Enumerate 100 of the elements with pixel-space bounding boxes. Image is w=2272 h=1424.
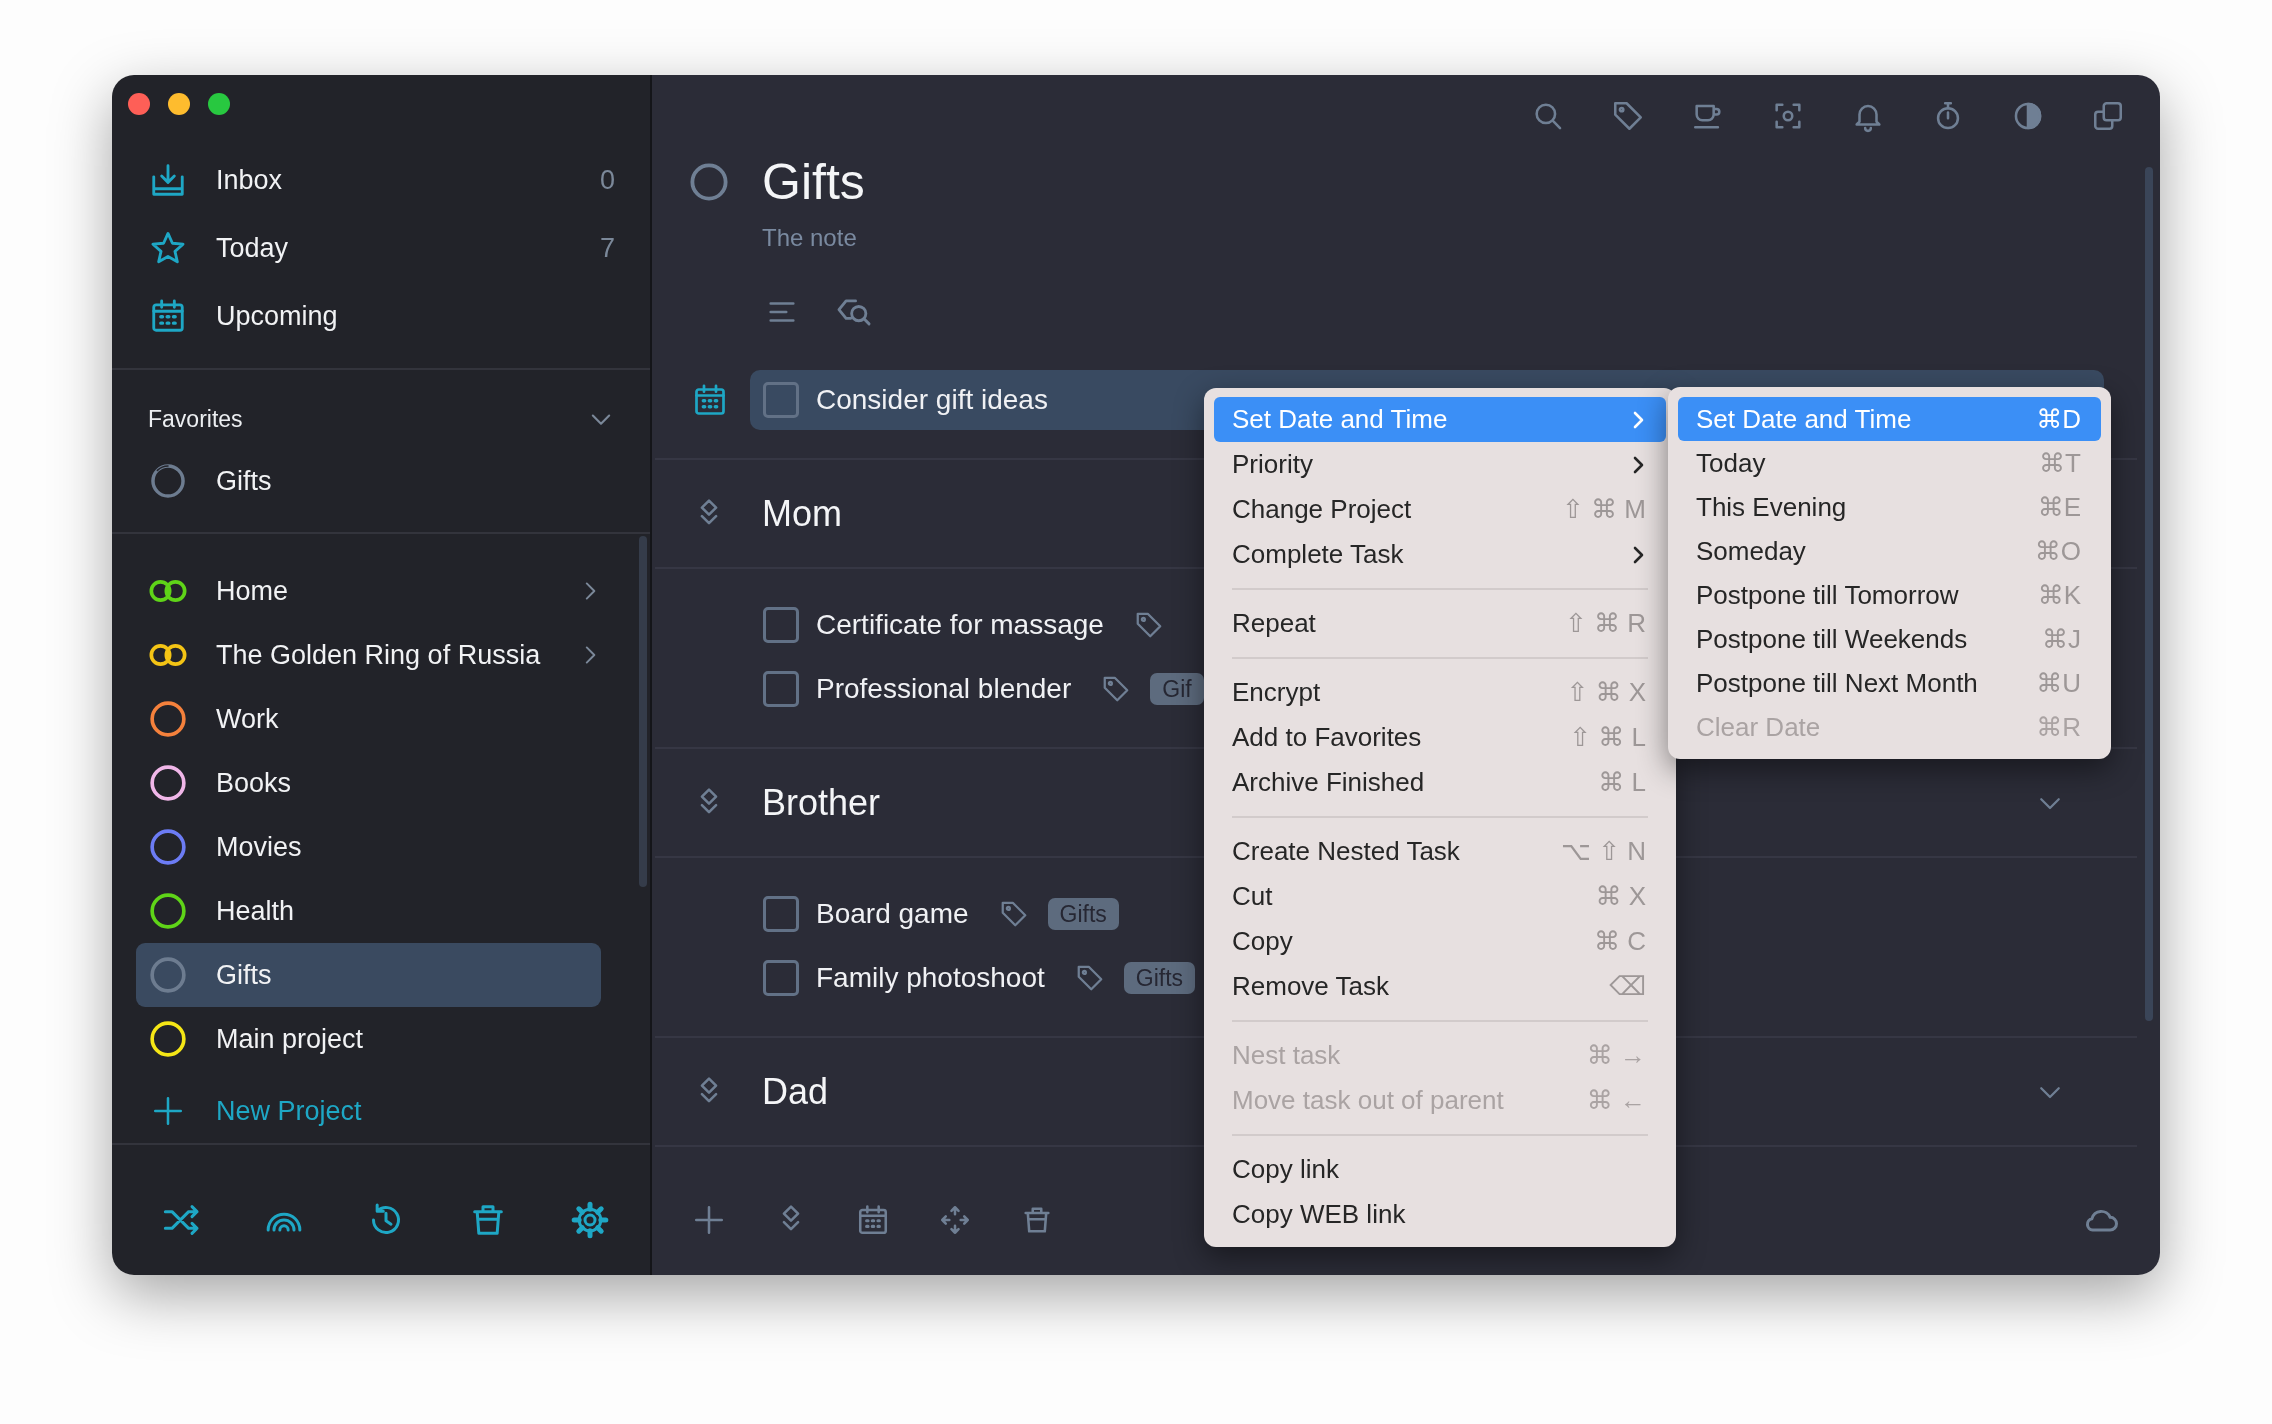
menu-item[interactable]: Today ⌘T xyxy=(1678,441,2101,485)
menu-label: Repeat xyxy=(1232,607,1316,640)
project-item[interactable]: Home xyxy=(136,559,601,623)
shortcut: ⌘E xyxy=(2037,490,2081,524)
project-item[interactable]: The Golden Ring of Russia xyxy=(136,623,601,687)
shortcut: ⌘ → xyxy=(1586,1039,1646,1072)
calendar-icon[interactable] xyxy=(692,382,728,418)
project-item[interactable]: Movies xyxy=(136,815,601,879)
menu-item[interactable]: Cut ⌘ X xyxy=(1214,874,1666,919)
project-name: Gifts xyxy=(216,958,272,992)
shortcut: ⌫ xyxy=(1609,970,1646,1003)
tag-icon[interactable] xyxy=(1611,99,1645,133)
menu-item[interactable]: Create Nested Task ⌥ ⇧ N xyxy=(1214,829,1666,874)
minimize-button[interactable] xyxy=(168,93,190,115)
section-heading: Favorites xyxy=(148,404,243,434)
menu-label: Complete Task xyxy=(1232,538,1404,571)
project-name: Main project xyxy=(216,1022,364,1056)
settings-icon[interactable] xyxy=(570,1200,610,1240)
tag-label: Gif xyxy=(1150,673,1204,705)
close-button[interactable] xyxy=(128,93,150,115)
scrollbar[interactable] xyxy=(639,536,647,887)
calendar-icon xyxy=(149,297,187,335)
task-title: Board game xyxy=(816,897,969,931)
menu-label: Remove Task xyxy=(1232,970,1390,1003)
section-title: Brother xyxy=(762,780,881,825)
shortcut: ⌘J xyxy=(2042,622,2081,656)
menu-item[interactable]: Change Project ⇧ ⌘ M xyxy=(1214,487,1666,532)
shortcut: ⌘ ← xyxy=(1586,1084,1646,1117)
menu-label: Encrypt xyxy=(1232,676,1321,709)
plus-icon[interactable] xyxy=(692,1203,726,1237)
menu-label: Clear Date xyxy=(1696,710,1821,744)
task-title: Certificate for massage xyxy=(816,608,1104,642)
project-title: Gifts xyxy=(762,157,865,207)
menu-item[interactable]: Copy WEB link xyxy=(1214,1192,1666,1237)
project-name: Home xyxy=(216,574,289,608)
nav-label[interactable]: Today xyxy=(216,227,289,269)
menu-item[interactable]: Copy link xyxy=(1214,1147,1666,1192)
scrollbar[interactable] xyxy=(2145,167,2153,1021)
shortcut: ⌘O xyxy=(2034,534,2081,568)
project-name: Work xyxy=(216,702,279,736)
menu-item[interactable]: Priority xyxy=(1214,442,1666,487)
menu-item[interactable]: Copy ⌘ C xyxy=(1214,919,1666,964)
nav-label[interactable]: Upcoming xyxy=(216,295,338,337)
project-name: The Golden Ring of Russia xyxy=(216,638,541,672)
menu-label: Priority xyxy=(1232,448,1313,481)
menu-item[interactable]: Postpone till Next Month ⌘U xyxy=(1678,661,2101,705)
menu-item[interactable]: Postpone till Weekends ⌘J xyxy=(1678,617,2101,661)
zoom-button[interactable] xyxy=(208,93,230,115)
project-note: The note xyxy=(762,223,858,253)
menu-label: Copy xyxy=(1232,925,1293,958)
menu-label: Set Date and Time xyxy=(1696,402,1912,436)
favorite-item[interactable]: Gifts xyxy=(216,460,272,502)
menu-item[interactable]: Encrypt ⇧ ⌘ X xyxy=(1214,670,1666,715)
menu-item[interactable]: Add to Favorites ⇧ ⌘ L xyxy=(1214,715,1666,760)
menu-label: Someday xyxy=(1696,534,1806,568)
menu-item[interactable]: Someday ⌘O xyxy=(1678,529,2101,573)
shortcut: ⇧ ⌘ X xyxy=(1566,676,1646,709)
shortcut: ⌘K xyxy=(2037,578,2081,612)
shortcut: ⇧ ⌘ L xyxy=(1569,721,1646,754)
ring-icon[interactable] xyxy=(688,161,730,203)
project-item[interactable]: Work xyxy=(136,687,601,751)
shortcut: ⌘ C xyxy=(1594,925,1646,958)
menu-item[interactable]: This Evening ⌘E xyxy=(1678,485,2101,529)
menu-item[interactable]: Postpone till Tomorrow ⌘K xyxy=(1678,573,2101,617)
menu-label: Today xyxy=(1696,446,1766,480)
checkbox[interactable] xyxy=(763,382,799,418)
menu-item[interactable]: Remove Task ⌫ xyxy=(1214,964,1666,1009)
project-item[interactable]: Gifts xyxy=(136,943,601,1007)
menu-label: Copy WEB link xyxy=(1232,1198,1406,1231)
menu-item[interactable]: Complete Task xyxy=(1214,532,1666,577)
calendar-icon[interactable] xyxy=(856,1203,890,1237)
new-project-link[interactable]: New Project xyxy=(216,1090,362,1132)
shortcut: ⇧ ⌘ M xyxy=(1562,493,1646,526)
checkbox[interactable] xyxy=(763,671,799,707)
checkbox[interactable] xyxy=(763,607,799,643)
menu-item[interactable]: Repeat ⇧ ⌘ R xyxy=(1214,601,1666,646)
copy-icon[interactable] xyxy=(2091,99,2125,133)
menu-item[interactable]: Archive Finished ⌘ L xyxy=(1214,760,1666,805)
menu-label: Change Project xyxy=(1232,493,1412,526)
task-title: Consider gift ideas xyxy=(816,383,1048,417)
shortcut: ⌘ L xyxy=(1598,766,1646,799)
task-title: Family photoshoot xyxy=(816,961,1045,995)
section-title: Dad xyxy=(762,1069,829,1114)
project-item[interactable]: Books xyxy=(136,751,601,815)
project-item[interactable]: Health xyxy=(136,879,601,943)
checkbox[interactable] xyxy=(763,960,799,996)
count: 0 xyxy=(599,163,615,197)
task-title: Professional blender xyxy=(816,672,1072,706)
project-item[interactable]: Main project xyxy=(136,1007,601,1071)
nav-label[interactable]: Inbox xyxy=(216,159,283,201)
menu-label: Postpone till Tomorrow xyxy=(1696,578,1959,612)
move-arrows-icon[interactable] xyxy=(938,1203,972,1237)
project-name: Movies xyxy=(216,830,302,864)
shortcut: ⌘T xyxy=(2039,446,2081,480)
project-name: Health xyxy=(216,894,295,928)
checkbox[interactable] xyxy=(763,896,799,932)
menu-label: Nest task xyxy=(1232,1039,1341,1072)
menu-label: Add to Favorites xyxy=(1232,721,1422,754)
inbox-tray-icon xyxy=(149,161,187,199)
menu-label: Move task out of parent xyxy=(1232,1084,1504,1117)
